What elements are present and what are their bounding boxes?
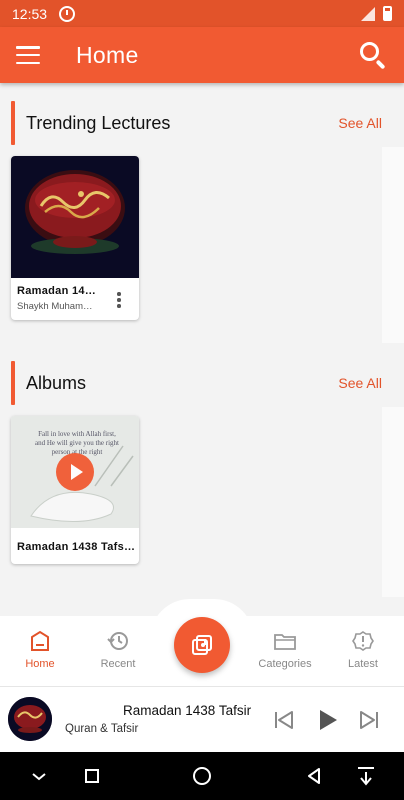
section-title-trending: Trending Lectures [26,112,171,133]
nav-label-recent: Recent [100,658,136,670]
download-icon[interactable] [354,764,378,788]
now-playing-thumbnail [8,697,52,741]
albums-header: Albums See All [0,361,404,405]
home-circle-icon[interactable] [190,764,214,788]
next-icon[interactable] [356,707,382,733]
search-icon[interactable] [358,40,388,70]
mini-player[interactable]: Ramadan 1438 Tafsir Quran & Tafsir [0,686,404,752]
app-bar: Home [0,27,404,83]
folder-icon [273,630,297,652]
history-icon [106,630,130,652]
page-title: Home [76,41,139,68]
previous-icon[interactable] [271,707,297,733]
section-accent [11,101,15,145]
nav-label-categories: Categories [258,658,312,670]
alert-circle-icon [351,630,375,652]
nav-item-latest[interactable]: Latest [323,630,403,670]
status-bar: 12:53 [0,0,404,27]
see-all-albums-link[interactable]: See All [338,375,382,391]
more-options-icon[interactable] [117,292,121,308]
back-icon[interactable] [302,764,326,788]
battery-icon [383,6,392,21]
section-accent [11,361,15,405]
album-thumbnail: Fall in love with Allah first, and He wi… [11,416,139,528]
albums-section: Albums See All Fall in love with Allah f… [0,355,404,600]
nav-label-home: Home [25,658,55,670]
signal-icon [361,6,375,21]
lecture-thumbnail [11,156,139,278]
recents-icon[interactable] [80,764,104,788]
chevron-down-icon[interactable] [27,764,51,788]
menu-icon[interactable] [16,46,40,64]
play-button[interactable] [56,453,94,491]
system-nav-bar [0,752,404,800]
music-library-button[interactable] [174,617,230,673]
trending-section: Trending Lectures See All Ramadan 14… Sh… [0,95,404,345]
status-time: 12:53 [12,5,48,22]
album-card[interactable]: Fall in love with Allah first, and He wi… [11,416,139,564]
album-title: Ramadan 1438 Tafs… [17,541,136,553]
status-indicators [361,6,392,21]
nav-item-home[interactable]: Home [0,630,80,670]
trending-header: Trending Lectures See All [0,101,404,145]
see-all-trending-link[interactable]: See All [338,115,382,131]
nav-label-latest: Latest [348,658,378,670]
alarm-icon [59,5,76,22]
play-pause-icon[interactable] [314,707,340,733]
lecture-card[interactable]: Ramadan 14… Shaykh Muham… [11,156,139,320]
now-playing-subtitle: Quran & Tafsir [65,723,139,735]
home-icon [28,630,52,652]
now-playing-title: Ramadan 1438 Tafsir [123,703,252,718]
nav-item-categories[interactable]: Categories [245,630,325,670]
music-library-icon [192,635,212,655]
nav-item-recent[interactable]: Recent [78,630,158,670]
section-title-albums: Albums [26,372,87,393]
play-icon [71,464,83,480]
